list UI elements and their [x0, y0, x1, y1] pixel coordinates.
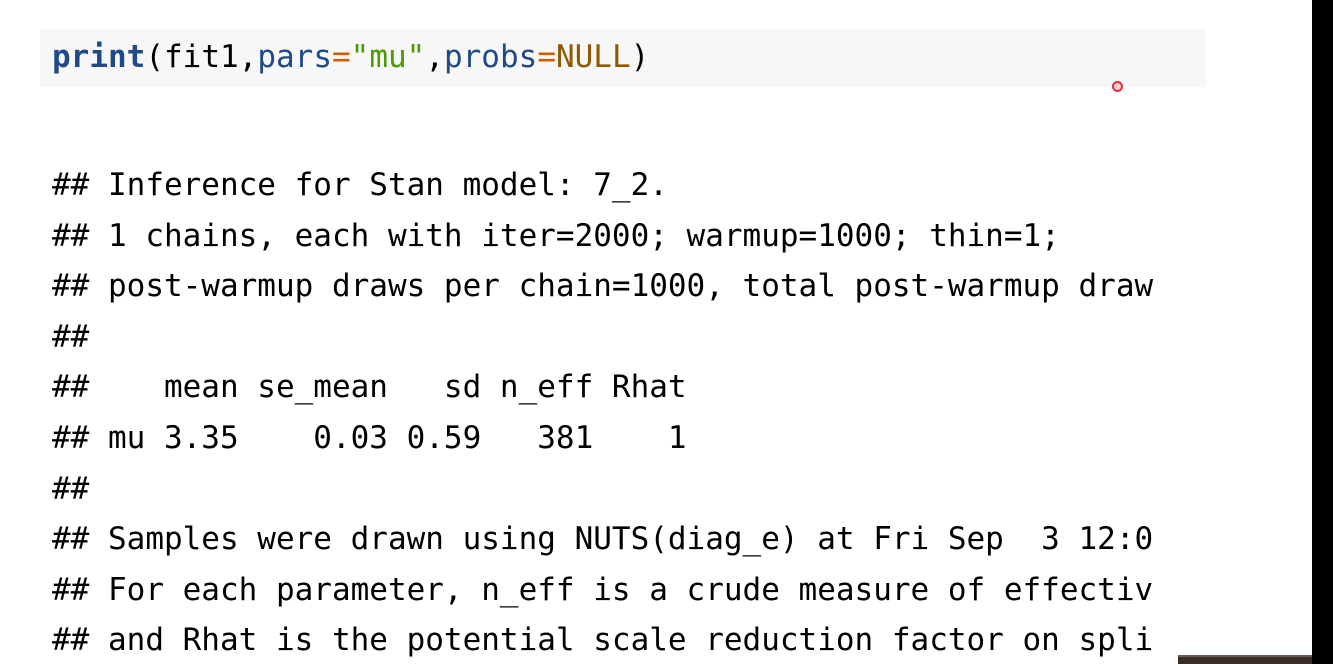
console-output: ## Inference for Stan model: 7_2. ## 1 c…: [52, 160, 1312, 664]
code-comma: ,: [238, 39, 258, 75]
rmarkdown-output-page: print(fit1,pars="mu",probs=NULL) ## Infe…: [0, 0, 1333, 664]
output-line: ##: [52, 470, 90, 507]
code-equals: =: [331, 39, 351, 75]
output-line: ## 1 chains, each with iter=2000; warmup…: [52, 217, 1060, 254]
code-string-mu: "mu": [350, 39, 426, 75]
code-open-paren: (: [145, 39, 164, 75]
code-equals: =: [537, 39, 556, 75]
code-param-probs: probs: [443, 39, 538, 75]
output-line: ## post-warmup draws per chain=1000, tot…: [52, 268, 1154, 305]
code-chunk[interactable]: print(fit1,pars="mu",probs=NULL): [40, 29, 1206, 87]
code-arg-fit: fit1: [164, 39, 239, 75]
code-function-name: print: [52, 39, 146, 75]
code-comma: ,: [425, 39, 444, 75]
pointer-cursor-icon: [1112, 81, 1123, 92]
video-overlay-thumbnail: [1178, 655, 1312, 664]
output-line: ## For each parameter, n_eff is a crude …: [52, 571, 1154, 608]
output-line: ##: [52, 318, 90, 355]
window-edge-bar: [1312, 0, 1333, 664]
output-table-row: ## mu 3.35 0.03 0.59 381 1: [52, 419, 687, 456]
output-table-header: ## mean se_mean sd n_eff Rhat: [52, 369, 687, 406]
code-null-keyword: NULL: [555, 39, 631, 75]
output-line: ## Inference for Stan model: 7_2.: [52, 167, 668, 203]
code-line: print(fit1,pars="mu",probs=NULL): [52, 37, 649, 77]
code-param-pars: pars: [257, 39, 332, 75]
output-line: ## Samples were drawn using NUTS(diag_e)…: [52, 521, 1154, 558]
code-close-paren: ): [630, 39, 650, 75]
output-line: ## and Rhat is the potential scale reduc…: [52, 622, 1154, 659]
